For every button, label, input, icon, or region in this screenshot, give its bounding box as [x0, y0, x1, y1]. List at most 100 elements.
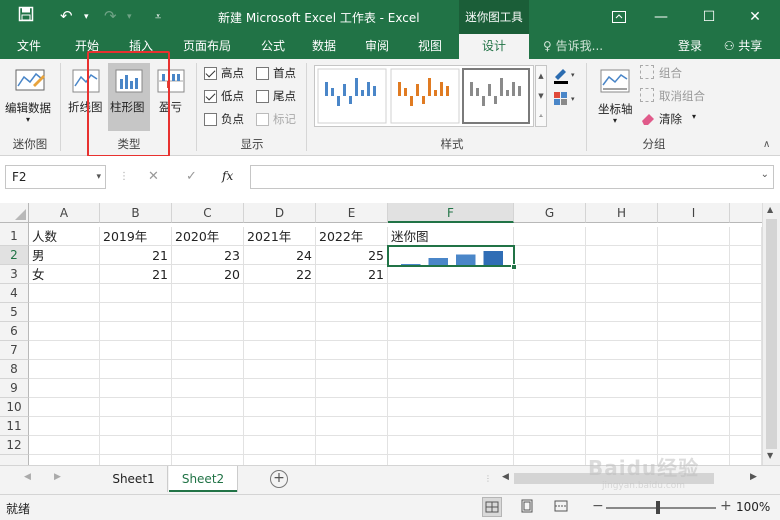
column-header-c[interactable]: C — [172, 203, 244, 223]
vertical-scrollbar[interactable]: ▲ ▼ — [762, 203, 780, 465]
row-header-11[interactable]: 11 — [0, 417, 29, 436]
row-header-13[interactable] — [0, 455, 29, 465]
row-header-2[interactable]: 2 — [0, 246, 29, 265]
zoom-in-icon[interactable]: + — [720, 498, 732, 514]
row-header-1[interactable]: 1 — [0, 227, 29, 246]
column-header-b[interactable]: B — [100, 203, 172, 223]
cell-a3[interactable]: 女 — [29, 265, 100, 284]
formula-input[interactable]: ⌄ — [250, 165, 774, 189]
page-layout-view-icon[interactable] — [518, 497, 538, 517]
marker-color-button[interactable]: ▾ — [552, 89, 576, 111]
sparkline-style-gallery[interactable] — [314, 65, 534, 127]
scroll-thumb[interactable] — [766, 219, 777, 449]
sheet-tab-sheet2[interactable]: Sheet2 — [169, 466, 237, 492]
cancel-icon[interactable]: ✕ — [148, 169, 159, 184]
cell-d1[interactable]: 2021年 — [244, 227, 316, 246]
minimize-button[interactable]: — — [648, 5, 674, 29]
save-icon[interactable] — [18, 6, 34, 26]
enter-icon[interactable]: ✓ — [186, 169, 197, 184]
edit-data-button[interactable]: 编辑数据 ▾ — [5, 65, 52, 127]
next-sheet-icon[interactable]: ▶ — [54, 472, 61, 482]
insert-function-icon[interactable]: fx — [222, 169, 233, 183]
tab-data[interactable]: 数据 — [303, 34, 345, 59]
tab-file[interactable]: 文件 — [8, 34, 50, 59]
tab-formulas[interactable]: 公式 — [252, 34, 294, 59]
cell-f2-selected[interactable] — [387, 245, 515, 267]
high-point-checkbox[interactable] — [204, 67, 217, 80]
gallery-scroll[interactable]: ▲ ▼ ⩡ — [535, 65, 547, 127]
worksheet-grid[interactable]: A B C D E F G H I 1 2 3 4 5 6 7 8 9 10 1… — [0, 203, 762, 465]
column-header-g[interactable]: G — [514, 203, 586, 223]
zoom-slider-thumb[interactable] — [656, 501, 660, 514]
column-header-e[interactable]: E — [316, 203, 388, 223]
cell-e2[interactable]: 25 — [316, 246, 388, 265]
zoom-out-icon[interactable]: − — [592, 498, 604, 514]
scroll-right-icon[interactable]: ▶ — [750, 472, 757, 482]
cell-c3[interactable]: 20 — [172, 265, 244, 284]
axis-button[interactable]: 坐标轴 ▾ — [594, 65, 638, 131]
collapse-ribbon-icon[interactable]: ∧ — [763, 139, 770, 150]
scroll-up-icon[interactable]: ▲ — [767, 205, 773, 214]
undo-icon[interactable]: ↶ — [60, 7, 73, 25]
row-header-3[interactable]: 3 — [0, 265, 29, 284]
share-button[interactable]: ⚇ 共享 — [712, 34, 774, 59]
cell-d2[interactable]: 24 — [244, 246, 316, 265]
first-point-checkbox[interactable] — [256, 67, 269, 80]
column-header-j[interactable] — [730, 203, 762, 223]
cell-b1[interactable]: 2019年 — [100, 227, 172, 246]
low-point-checkbox[interactable] — [204, 90, 217, 103]
row-header-12[interactable]: 12 — [0, 436, 29, 455]
column-header-f[interactable]: F — [388, 203, 514, 223]
last-point-checkbox[interactable] — [256, 90, 269, 103]
fill-handle[interactable] — [511, 264, 517, 270]
sheet-tab-sheet1[interactable]: Sheet1 — [100, 466, 168, 492]
redo-icon[interactable]: ↷ — [104, 7, 117, 25]
cell-e3[interactable]: 21 — [316, 265, 388, 284]
clear-button[interactable]: 清除 ▾ — [640, 111, 710, 129]
row-header-5[interactable]: 5 — [0, 303, 29, 322]
cell-f1[interactable]: 迷你图 — [388, 227, 514, 246]
add-sheet-icon[interactable]: + — [270, 470, 288, 488]
customize-qat-icon[interactable]: ⩡ — [155, 10, 161, 24]
negative-point-checkbox[interactable] — [204, 113, 217, 126]
select-all-corner[interactable] — [0, 203, 29, 223]
cell-c2[interactable]: 23 — [172, 246, 244, 265]
login-link[interactable]: 登录 — [672, 34, 708, 59]
cell-a1[interactable]: 人数 — [29, 227, 100, 246]
column-header-d[interactable]: D — [244, 203, 316, 223]
row-header-8[interactable]: 8 — [0, 360, 29, 379]
tell-me-box[interactable]: ♀ 告诉我... — [543, 34, 623, 59]
column-header-a[interactable]: A — [29, 203, 100, 223]
ribbon-display-options-icon[interactable] — [606, 5, 632, 29]
scroll-left-icon[interactable]: ◀ — [502, 472, 509, 482]
cell-b2[interactable]: 21 — [100, 246, 172, 265]
maximize-button[interactable]: ☐ — [696, 5, 722, 29]
close-button[interactable]: ✕ — [742, 5, 768, 29]
cell-a2[interactable]: 男 — [29, 246, 100, 265]
cell-d3[interactable]: 22 — [244, 265, 316, 284]
row-header-7[interactable]: 7 — [0, 341, 29, 360]
page-break-view-icon[interactable] — [552, 497, 572, 517]
normal-view-icon[interactable] — [482, 497, 502, 517]
sparkline-color-button[interactable]: ▾ — [552, 65, 576, 87]
redo-dropdown-icon[interactable]: ▾ — [127, 12, 132, 22]
tab-page-layout[interactable]: 页面布局 — [176, 34, 238, 59]
horizontal-scroll-thumb[interactable] — [514, 473, 714, 484]
row-header-10[interactable]: 10 — [0, 398, 29, 417]
cell-c1[interactable]: 2020年 — [172, 227, 244, 246]
zoom-level[interactable]: 100% — [736, 500, 770, 514]
column-header-i[interactable]: I — [658, 203, 730, 223]
column-header-h[interactable]: H — [586, 203, 658, 223]
prev-sheet-icon[interactable]: ◀ — [24, 472, 31, 482]
tab-design[interactable]: 设计 — [459, 34, 529, 59]
row-header-4[interactable]: 4 — [0, 284, 29, 303]
tab-review[interactable]: 审阅 — [356, 34, 398, 59]
row-header-6[interactable]: 6 — [0, 322, 29, 341]
cell-b3[interactable]: 21 — [100, 265, 172, 284]
cell-e1[interactable]: 2022年 — [316, 227, 388, 246]
scroll-down-icon[interactable]: ▼ — [767, 451, 773, 460]
name-box[interactable]: F2 ▾ — [5, 165, 106, 189]
expand-formula-icon[interactable]: ⌄ — [761, 169, 769, 180]
undo-dropdown-icon[interactable]: ▾ — [84, 12, 89, 22]
tab-view[interactable]: 视图 — [409, 34, 451, 59]
